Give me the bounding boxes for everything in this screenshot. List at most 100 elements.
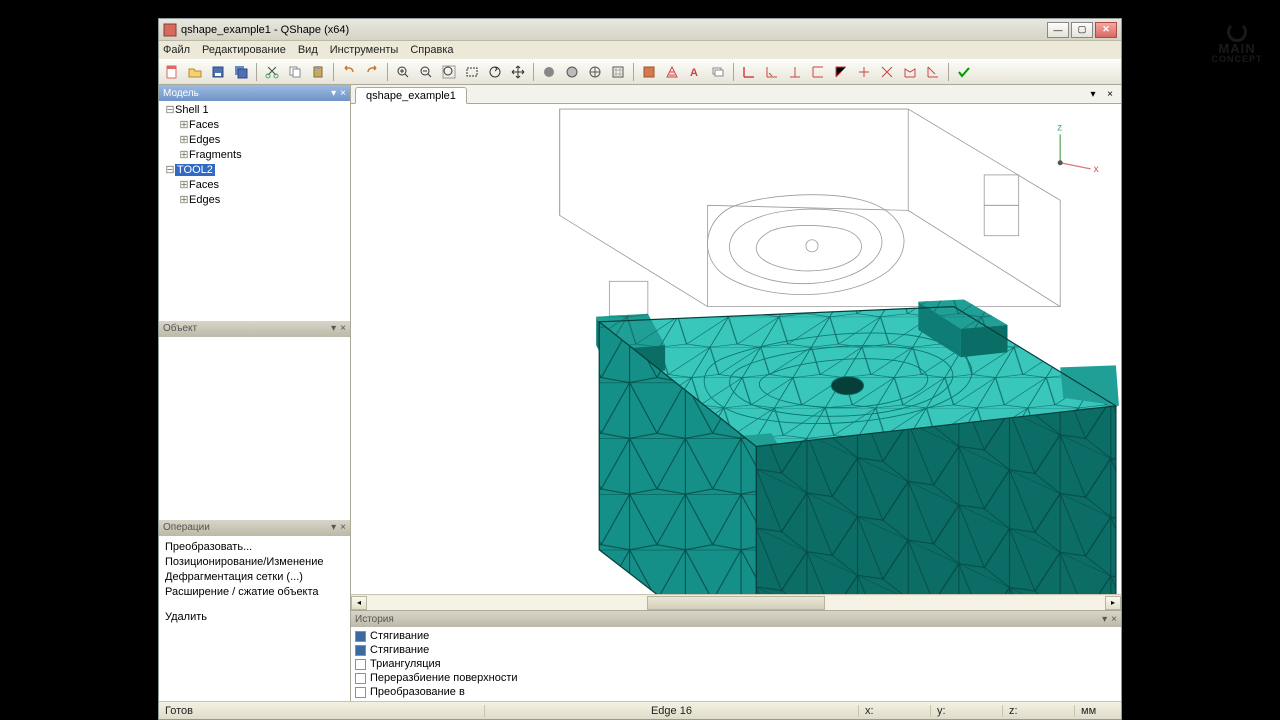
tb-axis1-icon[interactable]	[739, 62, 759, 82]
op-transform[interactable]: Преобразовать...	[165, 540, 344, 555]
op-delete[interactable]: Удалить	[165, 610, 344, 625]
tb-check-icon[interactable]	[954, 62, 974, 82]
panel-model-header[interactable]: Модель▾×	[159, 85, 350, 101]
tb-axis8-icon[interactable]	[900, 62, 920, 82]
tb-axis7-icon[interactable]	[877, 62, 897, 82]
tb-redo-icon[interactable]	[362, 62, 382, 82]
tb-undo-icon[interactable]	[339, 62, 359, 82]
tree-shell[interactable]: ⊟Shell 1 ⊞Faces ⊞Edges ⊞Fragments	[165, 103, 346, 163]
history-panel: История▾× СтягиваниеСтягиваниеТриангуляц…	[351, 610, 1121, 701]
close-icon[interactable]: ×	[340, 88, 346, 99]
tb-axis4-icon[interactable]	[808, 62, 828, 82]
checkbox-icon[interactable]	[355, 645, 366, 656]
op-expand[interactable]: Расширение / сжатие объекта	[165, 585, 344, 600]
scroll-track[interactable]	[367, 596, 1105, 610]
viewport-3d[interactable]: z x	[351, 104, 1121, 594]
tb-axis6-icon[interactable]	[854, 62, 874, 82]
tb-zoomout-icon[interactable]	[416, 62, 436, 82]
tb-wire-icon[interactable]	[585, 62, 605, 82]
menu-view[interactable]: Вид	[298, 44, 318, 56]
history-item-label: Стягивание	[370, 629, 429, 643]
viewport-tabs: qshape_example1 ▾×	[351, 85, 1121, 104]
history-item-label: Триангуляция	[370, 657, 441, 671]
tb-axis2-icon[interactable]	[762, 62, 782, 82]
tb-grid-icon[interactable]	[608, 62, 628, 82]
history-item-label: Стягивание	[370, 643, 429, 657]
pin-icon[interactable]: ▾	[331, 522, 336, 533]
maximize-button[interactable]: ▢	[1071, 22, 1093, 38]
status-z: z:	[1003, 705, 1075, 717]
status-x: x:	[859, 705, 931, 717]
history-item[interactable]: Стягивание	[355, 629, 1117, 643]
checkbox-icon[interactable]	[355, 659, 366, 670]
tb-axis3-icon[interactable]	[785, 62, 805, 82]
tree-item[interactable]: ⊞Fragments	[179, 148, 346, 163]
history-item-label: Переразбиение поверхности	[370, 671, 518, 685]
tree-item[interactable]: ⊞Edges	[179, 193, 346, 208]
tb-layer-icon[interactable]	[708, 62, 728, 82]
tb-text-icon[interactable]: A	[685, 62, 705, 82]
tb-shade2-icon[interactable]	[562, 62, 582, 82]
scrollbar-horizontal[interactable]: ◂ ▸	[351, 594, 1121, 610]
close-button[interactable]: ✕	[1095, 22, 1117, 38]
tb-save-icon[interactable]	[208, 62, 228, 82]
tab-dropdown-icon[interactable]: ▾	[1086, 87, 1100, 101]
history-item-label: Преобразование в	[370, 685, 465, 699]
history-item[interactable]: Переразбиение поверхности	[355, 671, 1117, 685]
tb-axis9-icon[interactable]	[923, 62, 943, 82]
tb-new-icon[interactable]	[162, 62, 182, 82]
close-icon[interactable]: ×	[1111, 614, 1117, 625]
tb-pan-icon[interactable]	[508, 62, 528, 82]
menu-edit[interactable]: Редактирование	[202, 44, 286, 56]
tb-mesh-icon[interactable]	[662, 62, 682, 82]
scroll-thumb[interactable]	[647, 596, 824, 610]
history-item[interactable]: Преобразование в	[355, 685, 1117, 699]
tb-open-icon[interactable]	[185, 62, 205, 82]
axis-x-label: x	[1094, 164, 1099, 175]
minimize-button[interactable]: —	[1047, 22, 1069, 38]
pin-icon[interactable]: ▾	[331, 323, 336, 334]
history-item[interactable]: Стягивание	[355, 643, 1117, 657]
tb-zoomin-icon[interactable]	[393, 62, 413, 82]
panel-object-header[interactable]: Объект▾×	[159, 321, 350, 337]
history-item[interactable]: Триангуляция	[355, 657, 1117, 671]
op-defrag[interactable]: Дефрагментация сетки (...)	[165, 570, 344, 585]
menu-help[interactable]: Справка	[410, 44, 453, 56]
close-icon[interactable]: ×	[340, 522, 346, 533]
window-title: qshape_example1 - QShape (x64)	[181, 24, 1047, 36]
scroll-right-icon[interactable]: ▸	[1105, 596, 1121, 610]
tree-tool[interactable]: ⊟TOOL2 ⊞Faces ⊞Edges	[165, 163, 346, 208]
tree-item[interactable]: ⊞Edges	[179, 133, 346, 148]
tab-close-icon[interactable]: ×	[1103, 87, 1117, 101]
tb-saveall-icon[interactable]	[231, 62, 251, 82]
tb-shade1-icon[interactable]	[539, 62, 559, 82]
menu-file[interactable]: Файл	[163, 44, 190, 56]
checkbox-icon[interactable]	[355, 673, 366, 684]
app-icon	[163, 23, 177, 37]
title-bar[interactable]: qshape_example1 - QShape (x64) — ▢ ✕	[159, 19, 1121, 41]
tb-copy-icon[interactable]	[285, 62, 305, 82]
pin-icon[interactable]: ▾	[331, 88, 336, 99]
checkbox-icon[interactable]	[355, 631, 366, 642]
close-icon[interactable]: ×	[340, 323, 346, 334]
status-ready: Готов	[165, 705, 485, 717]
tb-cut-icon[interactable]	[262, 62, 282, 82]
model-tree[interactable]: ⊟Shell 1 ⊞Faces ⊞Edges ⊞Fragments ⊟TOOL2…	[159, 101, 350, 321]
menu-bar: Файл Редактирование Вид Инструменты Спра…	[159, 41, 1121, 59]
op-position[interactable]: Позиционирование/Изменение	[165, 555, 344, 570]
tb-zoomfit-icon[interactable]	[439, 62, 459, 82]
tree-item[interactable]: ⊞Faces	[179, 178, 346, 193]
tb-paste-icon[interactable]	[308, 62, 328, 82]
tb-zoomwin-icon[interactable]	[462, 62, 482, 82]
tb-rotate-icon[interactable]	[485, 62, 505, 82]
scroll-left-icon[interactable]: ◂	[351, 596, 367, 610]
tb-box-icon[interactable]	[639, 62, 659, 82]
panel-history-header[interactable]: История▾×	[351, 611, 1121, 627]
tb-axis5-icon[interactable]	[831, 62, 851, 82]
panel-operations-header[interactable]: Операции▾×	[159, 520, 350, 536]
checkbox-icon[interactable]	[355, 687, 366, 698]
menu-tools[interactable]: Инструменты	[330, 44, 399, 56]
pin-icon[interactable]: ▾	[1102, 614, 1107, 625]
tree-item[interactable]: ⊞Faces	[179, 118, 346, 133]
tab-document[interactable]: qshape_example1	[355, 87, 467, 104]
